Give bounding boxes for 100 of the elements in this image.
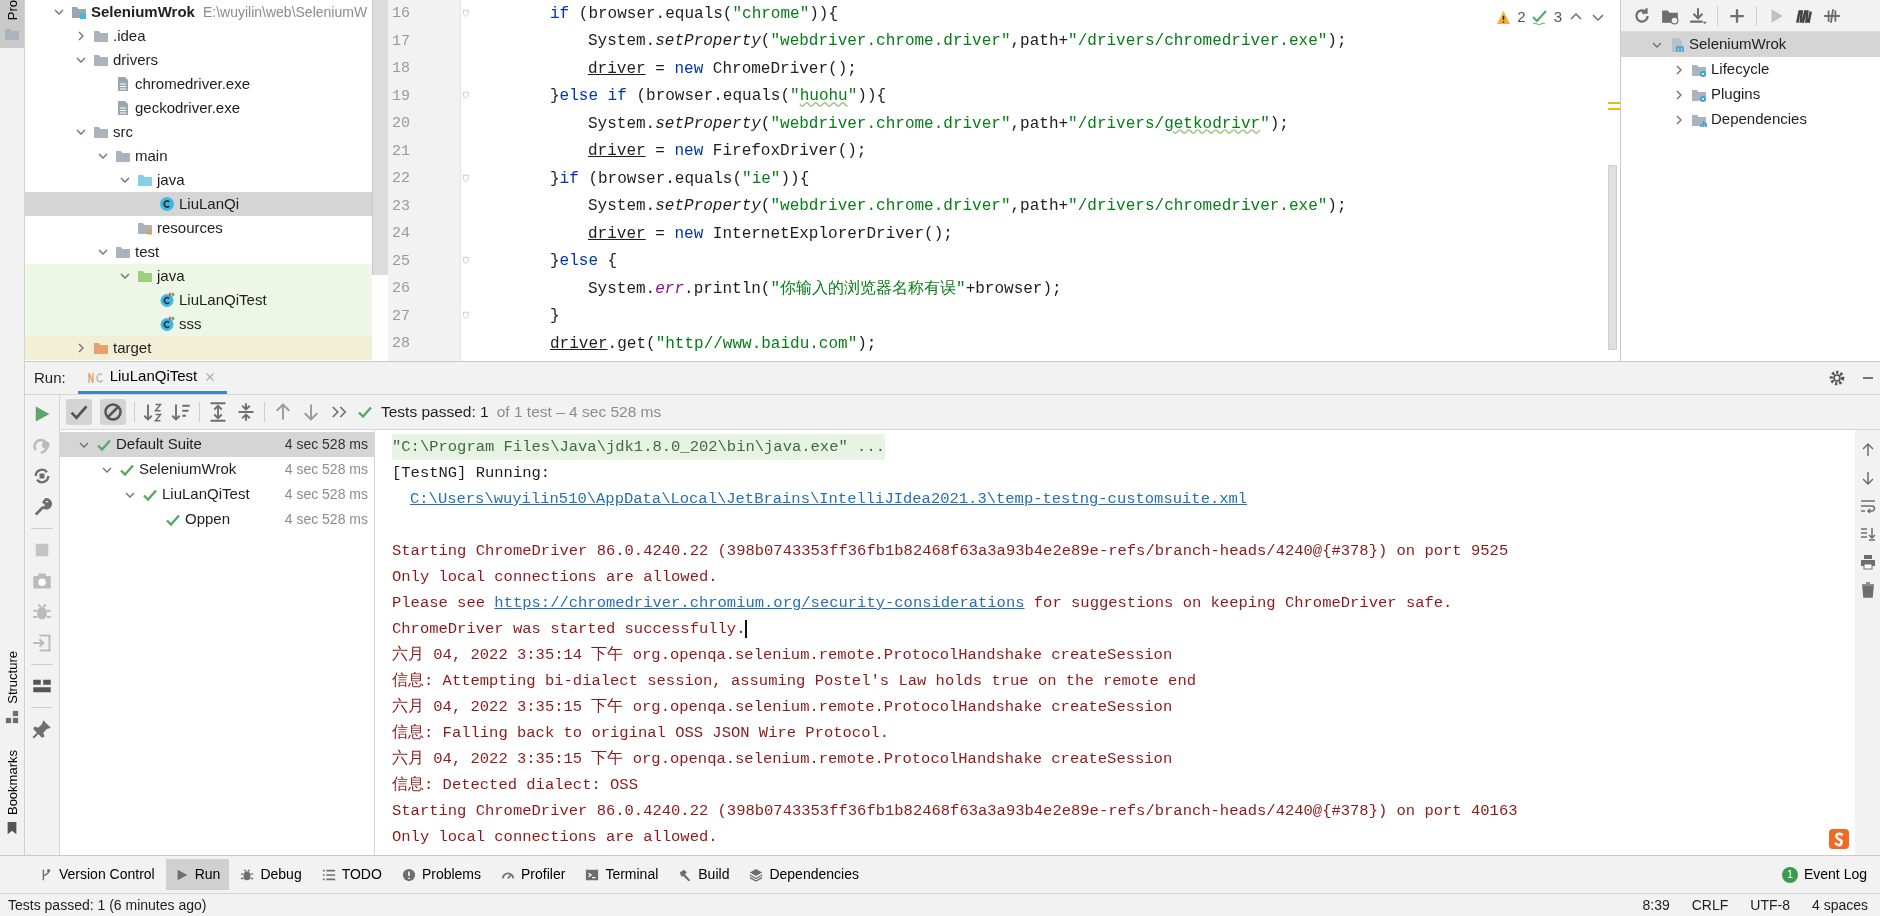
code-line: }if (browser.equals("ie")){	[549, 168, 810, 190]
count-badge: 1	[1781, 866, 1798, 883]
stack-icon	[749, 867, 764, 882]
tool-window-button[interactable]: Problems	[392, 859, 490, 890]
tree-row[interactable]: Dependencies	[1621, 107, 1880, 132]
tool-window-button[interactable]: Run	[165, 859, 230, 890]
test-summary: of 1 test – 4 sec 528 ms	[496, 402, 662, 423]
tool-window-button[interactable]: Build	[669, 859, 739, 890]
tree-row[interactable]: target	[25, 336, 372, 360]
tree-row[interactable]: .idea	[25, 24, 372, 48]
tool-window-button[interactable]: Terminal	[576, 859, 668, 890]
code-line: System.setProperty("webdriver.chrome.driver",path+"/drivers/chromedriver.exe");	[587, 31, 1347, 53]
status-item[interactable]: UTF-8	[1750, 894, 1790, 916]
test-name: LiuLanQiTest	[162, 484, 250, 505]
test-name: SeleniumWrok	[139, 459, 237, 480]
status-item[interactable]: 8:39	[1642, 894, 1670, 916]
code-line: System.err.println("你输入的浏览器名称有误"+browser);	[587, 278, 1062, 300]
print-icon[interactable]	[1859, 554, 1876, 570]
line-number: 23	[391, 196, 410, 217]
filter-toggle[interactable]	[100, 399, 126, 425]
hammer-icon	[678, 867, 693, 882]
tool-window-button[interactable]: TODO	[312, 859, 391, 890]
console-line: Please see https://chromedriver.chromium.org/security-considerations for suggestions on keeping ChromeDriver safe.	[392, 593, 1453, 614]
collapse-all-icon[interactable]	[236, 402, 256, 422]
tree-row[interactable]: Oppen 4 sec 528 ms	[60, 507, 374, 532]
arrow-down-icon[interactable]	[1859, 470, 1876, 486]
tree-row[interactable]: src	[25, 120, 372, 144]
tool-window-button[interactable]: Structure	[0, 651, 24, 730]
expand-all-icon[interactable]	[208, 402, 228, 422]
file-name: test	[135, 241, 160, 262]
folder-icon	[93, 28, 109, 44]
link[interactable]: C:\Users\wuyilin510\AppData\Local\JetBrains\IntelliJIdea2021.3\temp-testng-customsuite.xml	[410, 490, 1248, 508]
folder-icon	[115, 148, 131, 164]
settings-icon[interactable]	[1828, 369, 1846, 387]
refresh-icon[interactable]	[1633, 6, 1651, 25]
filter-toggle[interactable]	[66, 399, 92, 425]
tree-row[interactable]: sss	[25, 312, 372, 336]
tool-window-button[interactable]: Version Control	[30, 859, 164, 890]
scrollbar-thumb[interactable]	[1608, 165, 1617, 350]
tree-row[interactable]: SeleniumWrok 4 sec 528 ms	[60, 457, 374, 482]
tree-row[interactable]: main	[25, 144, 372, 168]
console-line: [TestNG] Running:	[392, 463, 551, 484]
tree-row[interactable]: drivers	[25, 48, 372, 72]
tree-row[interactable]: chromedriver.exe	[25, 72, 372, 96]
status-item[interactable]: CRLF	[1691, 894, 1729, 916]
tree-row[interactable]: LiuLanQiTest	[25, 288, 372, 312]
pin-icon[interactable]	[32, 719, 52, 739]
resources-folder-icon	[137, 220, 153, 236]
file-name: .idea	[113, 25, 146, 46]
module-folder-icon	[71, 4, 87, 20]
file-name: SeleniumWrok	[91, 1, 195, 22]
ime-icon[interactable]	[1829, 829, 1849, 849]
event-log-button[interactable]: 1 Event Log	[1772, 859, 1876, 890]
tool-window-button[interactable]: Bookmarks	[0, 749, 24, 841]
line-number: 24	[391, 224, 410, 244]
tree-row[interactable]: Default Suite 4 sec 528 ms	[60, 432, 374, 457]
tool-window-button[interactable]: Dependencies	[740, 859, 868, 890]
scrollbar-thumb[interactable]	[372, 0, 388, 275]
plus-icon[interactable]	[1728, 6, 1746, 25]
toggle-offline-icon[interactable]	[1823, 6, 1841, 25]
warning-count[interactable]: 2	[1517, 6, 1526, 29]
scroll-to-end-icon[interactable]	[1859, 526, 1876, 542]
tree-row[interactable]: java	[25, 168, 372, 192]
tree-row[interactable]: LiuLanQi	[25, 192, 372, 216]
check-icon[interactable]	[1531, 9, 1548, 26]
folder-icon	[93, 124, 109, 140]
file-icon	[115, 100, 131, 116]
tree-row[interactable]: SeleniumWrok	[1621, 32, 1880, 57]
tree-row[interactable]: test	[25, 240, 372, 264]
tree-row[interactable]: geckodriver.exe	[25, 96, 372, 120]
download-icon[interactable]	[1689, 6, 1707, 25]
warning-icon[interactable]	[1496, 9, 1512, 25]
file-name: LiuLanQiTest	[179, 289, 267, 310]
toggle-auto-test-icon[interactable]	[32, 466, 52, 486]
link[interactable]: https://chromedriver.chromium.org/security-considerations	[494, 594, 1025, 612]
console-line: 信息: Detected dialect: OSS	[392, 775, 638, 796]
tree-row[interactable]: resources	[25, 216, 372, 240]
check-icon	[69, 402, 89, 422]
tree-row[interactable]: Lifecycle	[1621, 57, 1880, 82]
soft-wrap-icon[interactable]	[1859, 498, 1876, 514]
tool-window-button[interactable]: Debug	[231, 859, 311, 890]
list-icon	[321, 867, 336, 882]
sort-by-duration-icon[interactable]	[171, 402, 191, 422]
sort-alphabetically-icon[interactable]	[143, 402, 163, 422]
trash-icon[interactable]	[1859, 582, 1876, 598]
console-line: Only local connections are allowed.	[392, 567, 718, 588]
status-item[interactable]: 4 spaces	[1811, 894, 1868, 916]
tree-row[interactable]: LiuLanQiTest 4 sec 528 ms	[60, 482, 374, 507]
run-tab[interactable]: LiuLanQiTest	[77, 362, 228, 394]
tool-window-button[interactable]: Pro	[0, 0, 24, 49]
tree-label: Dependencies	[1711, 109, 1807, 130]
arrow-down-icon[interactable]	[301, 402, 321, 422]
tree-row[interactable]: SeleniumWrok E:\wuyilin\web\SeleniumW	[25, 0, 372, 24]
tree-row[interactable]: Plugins	[1621, 82, 1880, 107]
weak-warning-count[interactable]: 3	[1553, 6, 1562, 29]
wrench-icon[interactable]	[32, 497, 52, 517]
tool-window-button[interactable]: Profiler	[492, 859, 575, 890]
file-name: resources	[157, 217, 223, 238]
code-line: }else if (browser.equals("huohu")){	[549, 86, 887, 108]
tree-row[interactable]: java	[25, 264, 372, 288]
